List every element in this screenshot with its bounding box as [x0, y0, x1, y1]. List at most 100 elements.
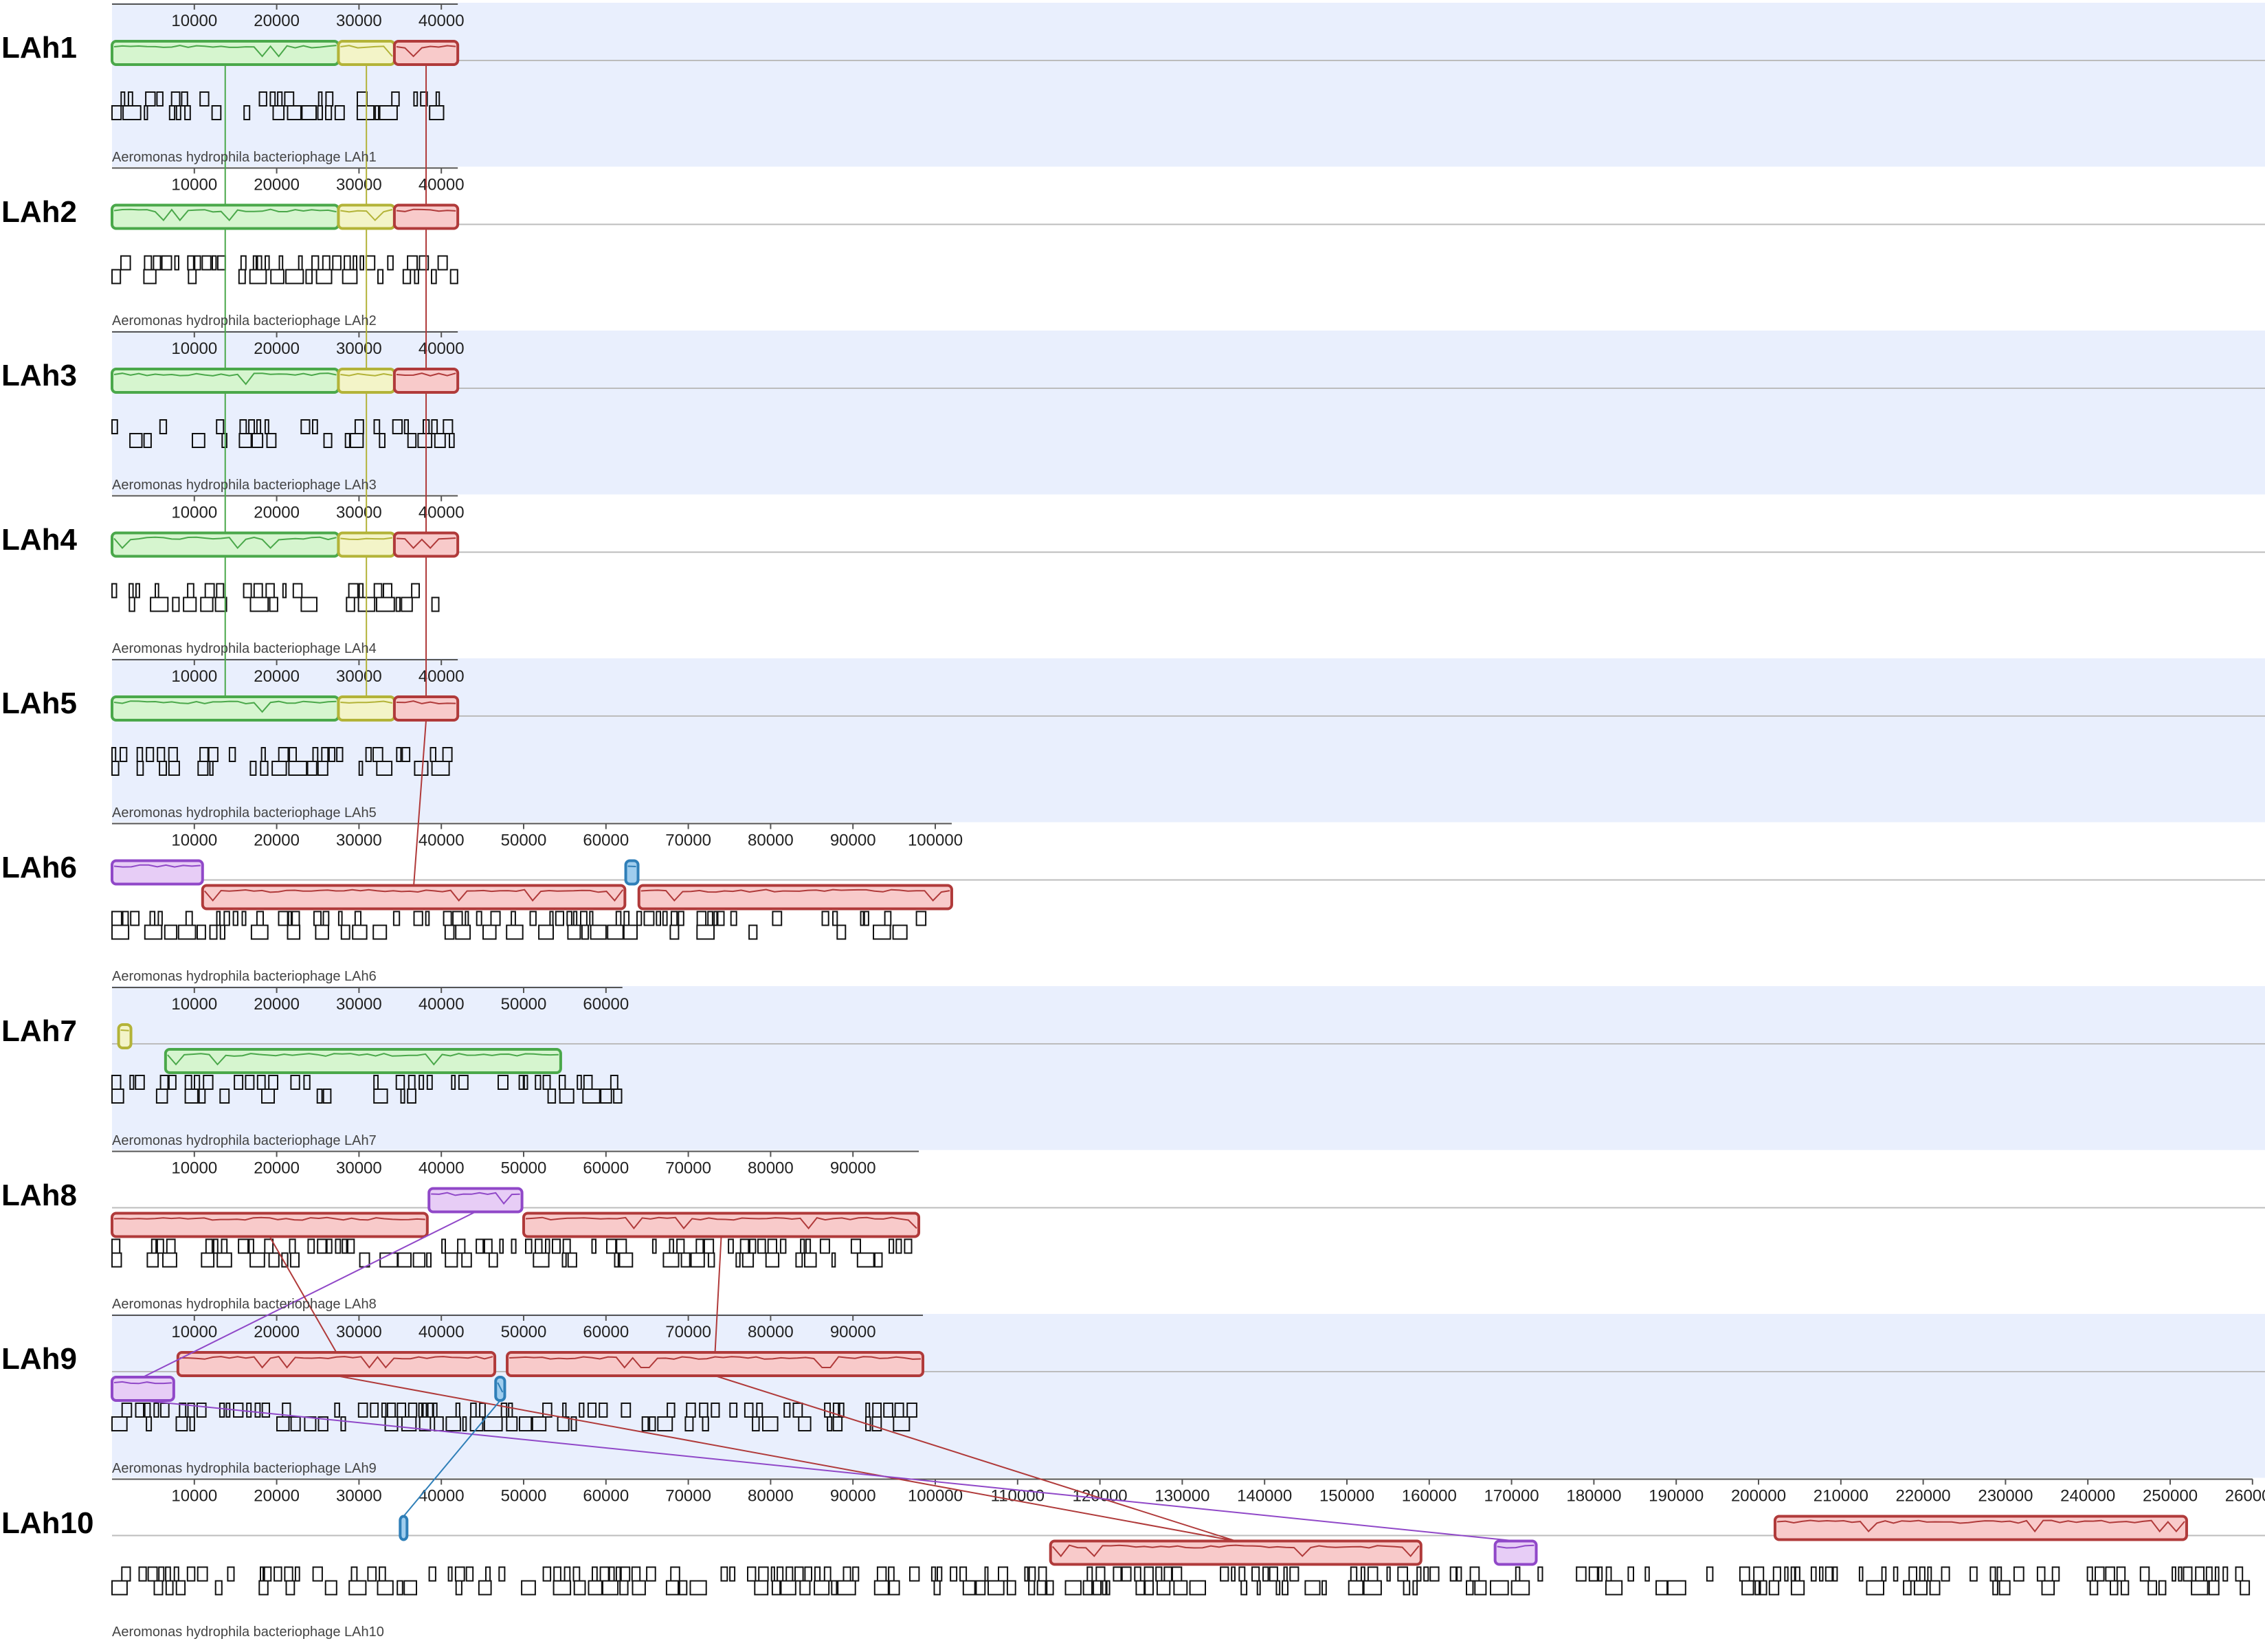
- genome-name: Aeromonas hydrophila bacteriophage LAh2: [112, 313, 377, 328]
- gene-feature: [1397, 1566, 1409, 1582]
- gene-feature: [771, 1580, 781, 1596]
- lcb-block-red[interactable]: [1049, 1539, 1422, 1566]
- gene-feature: [1024, 1566, 1029, 1582]
- lcb-block-yellow[interactable]: [337, 368, 396, 394]
- gene-feature: [354, 911, 361, 926]
- lcb-block-red[interactable]: [392, 203, 460, 230]
- gene-feature: [799, 1580, 811, 1596]
- lcb-block-purple[interactable]: [111, 859, 204, 886]
- ruler-tick-label: 50000: [501, 1159, 547, 1178]
- gene-feature: [111, 1238, 121, 1254]
- gene-feature: [567, 924, 581, 940]
- gene-feature: [1350, 1566, 1358, 1582]
- lcb-block-red[interactable]: [522, 1212, 921, 1238]
- gene-feature: [1989, 1566, 1996, 1582]
- ruler-tick-label: 190000: [1649, 1487, 1704, 1506]
- gene-feature: [287, 924, 301, 940]
- gene-feature: [111, 1580, 128, 1596]
- gene-feature: [1913, 1580, 1928, 1596]
- gene-feature: [2158, 1580, 2167, 1596]
- lcb-block-blue[interactable]: [624, 859, 640, 886]
- gene-feature: [260, 1566, 264, 1582]
- gene-feature: [278, 911, 289, 926]
- lcb-block-red[interactable]: [506, 1351, 925, 1377]
- gene-feature: [678, 911, 684, 926]
- gene-feature: [1423, 1566, 1429, 1582]
- ruler-tick-label: 230000: [1978, 1487, 2033, 1506]
- gene-feature: [156, 1238, 164, 1254]
- gene-feature: [120, 255, 131, 271]
- gene-feature: [348, 1580, 367, 1596]
- gene-feature: [443, 911, 452, 926]
- gene-feature: [240, 255, 247, 271]
- lcb-block-blue[interactable]: [399, 1515, 409, 1541]
- lcb-block-yellow[interactable]: [337, 40, 396, 66]
- ruler-tick-label: 90000: [830, 1323, 876, 1341]
- gene-feature: [165, 1580, 174, 1596]
- gene-feature: [197, 1566, 208, 1582]
- gene-feature: [383, 583, 392, 599]
- gene-feature: [836, 924, 847, 940]
- ruler-tick-label: 80000: [748, 1487, 794, 1506]
- lcb-block-red[interactable]: [637, 884, 953, 911]
- lcb-block-red[interactable]: [392, 40, 460, 66]
- genome-track-label: LAh7: [1, 1014, 77, 1048]
- lcb-block-red[interactable]: [392, 695, 460, 722]
- gene-feature: [1992, 1580, 1998, 1596]
- gene-feature: [482, 924, 497, 940]
- lcb-block-red[interactable]: [176, 1351, 497, 1377]
- gene-feature: [553, 1580, 572, 1596]
- ruler-tick-label: 60000: [583, 1323, 629, 1341]
- lcb-block-green[interactable]: [111, 368, 340, 394]
- gene-feature: [1282, 1580, 1288, 1596]
- lcb-block-purple[interactable]: [111, 1376, 175, 1402]
- gene-feature: [623, 924, 638, 940]
- gene-feature: [915, 911, 927, 926]
- lcb-block-red[interactable]: [1773, 1515, 2188, 1541]
- gene-feature: [165, 1566, 171, 1582]
- gene-feature: [129, 583, 134, 599]
- ruler-tick-label: 30000: [336, 995, 382, 1014]
- lcb-block-yellow[interactable]: [117, 1023, 133, 1049]
- genome-name: Aeromonas hydrophila bacteriophage LAh10: [112, 1625, 384, 1640]
- lcb-block-green[interactable]: [111, 695, 340, 722]
- gene-feature: [581, 924, 590, 940]
- gene-feature: [238, 269, 246, 284]
- gene-feature: [819, 1238, 830, 1254]
- gene-feature: [632, 1580, 646, 1596]
- ruler-tick-label: 40000: [419, 176, 465, 194]
- ruler-tick-label: 10000: [171, 667, 217, 686]
- gene-feature: [930, 1566, 937, 1582]
- lcb-block-green[interactable]: [111, 531, 340, 558]
- gene-feature: [445, 1252, 458, 1268]
- lcb-block-purple[interactable]: [427, 1187, 524, 1214]
- lcb-block-green[interactable]: [164, 1048, 562, 1074]
- lcb-block-red[interactable]: [111, 1212, 429, 1238]
- gene-feature: [367, 1566, 377, 1582]
- gene-feature: [506, 924, 524, 940]
- lcb-block-yellow[interactable]: [337, 695, 396, 722]
- lcb-block-yellow[interactable]: [337, 203, 396, 230]
- ruler-tick-label: 260000: [2225, 1487, 2265, 1506]
- lcb-block-green[interactable]: [111, 40, 340, 66]
- lcb-block-purple[interactable]: [1493, 1539, 1538, 1566]
- ruler-tick-label: 90000: [830, 1487, 876, 1506]
- gene-feature: [377, 269, 384, 284]
- ruler-tick-label: 30000: [336, 176, 382, 194]
- gene-feature: [525, 1238, 533, 1254]
- genome-track-label: LAh3: [1, 359, 77, 392]
- gene-feature: [795, 1252, 803, 1268]
- gene-feature: [765, 1252, 780, 1268]
- gene-feature: [401, 596, 413, 612]
- gene-feature: [2195, 1566, 2205, 1582]
- gene-feature: [1576, 1566, 1587, 1582]
- gene-feature: [1121, 1566, 1132, 1582]
- gene-feature: [373, 583, 383, 599]
- gene-feature: [284, 1566, 293, 1582]
- lcb-block-red[interactable]: [392, 368, 460, 394]
- gene-feature: [452, 911, 463, 926]
- lcb-block-yellow[interactable]: [337, 531, 396, 558]
- lcb-block-red[interactable]: [201, 884, 627, 911]
- gene-feature: [535, 1238, 543, 1254]
- gene-feature: [337, 911, 343, 926]
